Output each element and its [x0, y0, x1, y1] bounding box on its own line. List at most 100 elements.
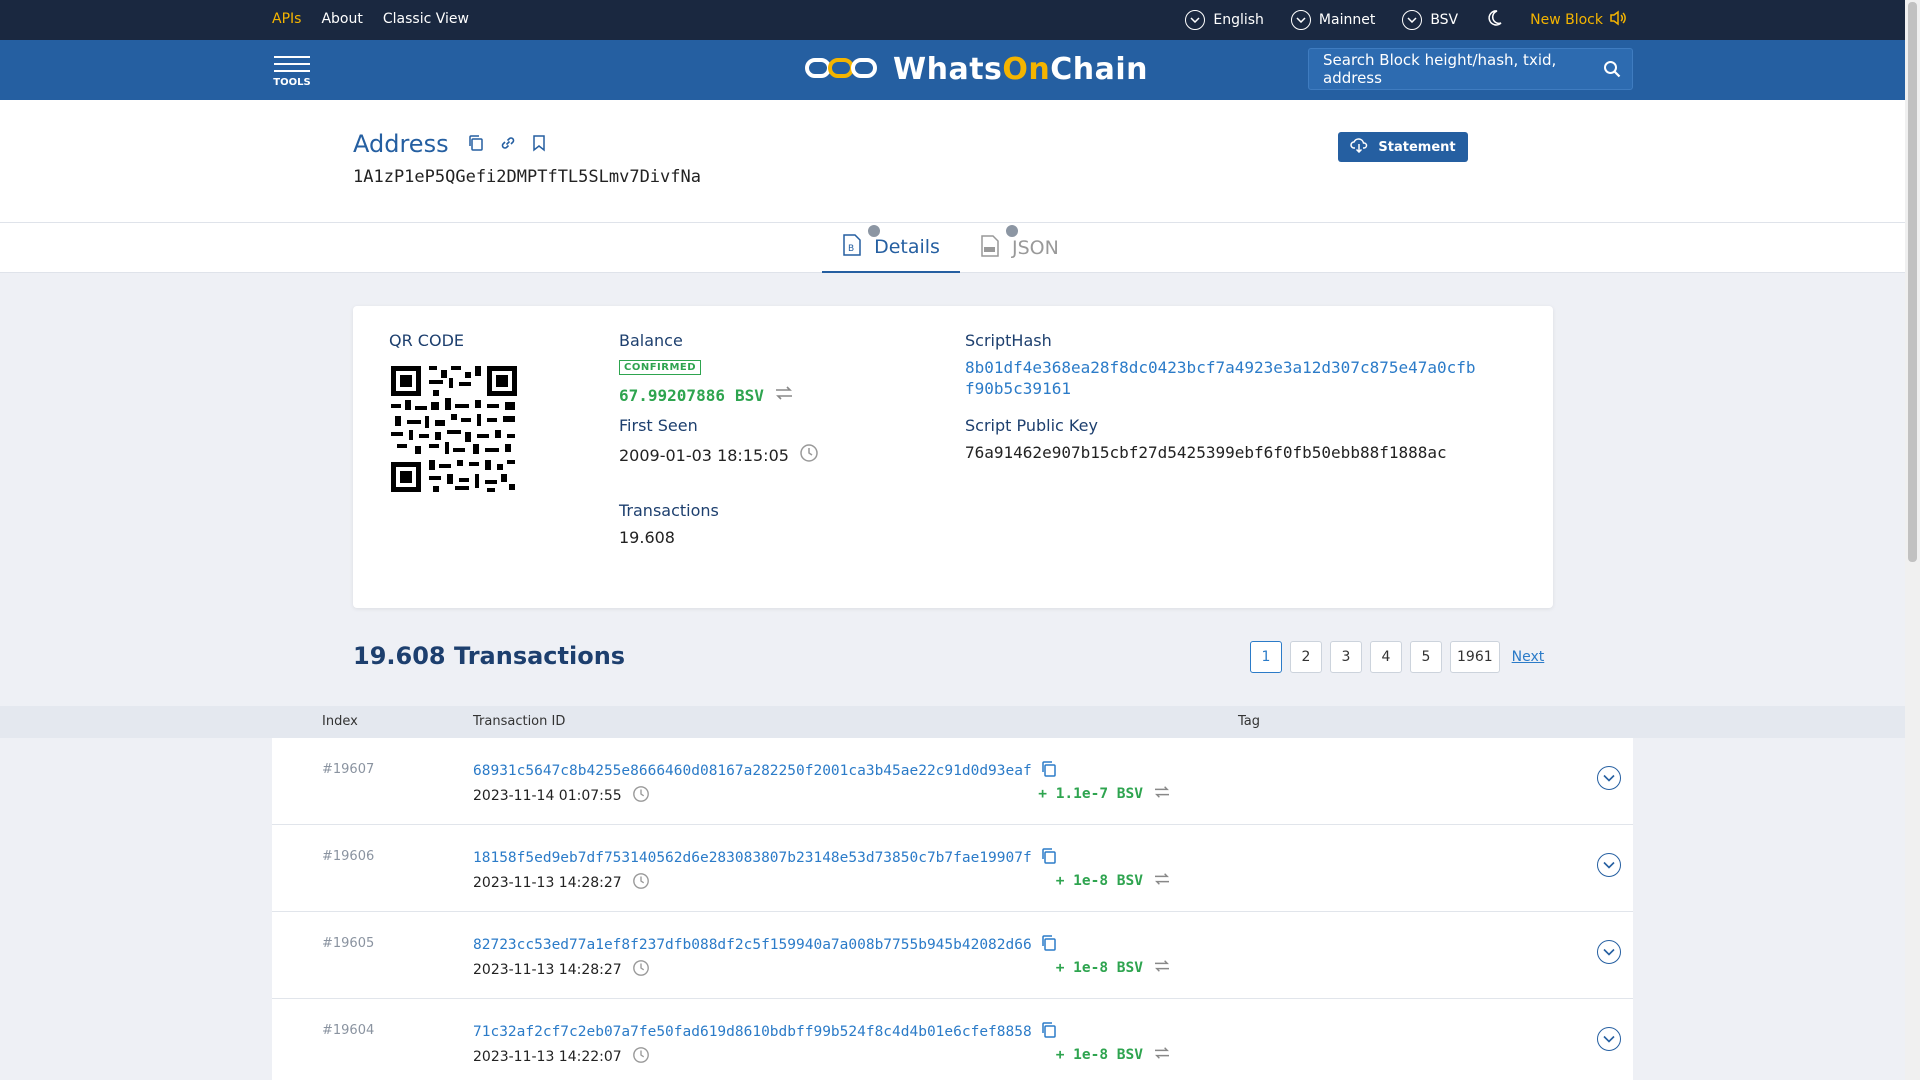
tx-timestamp: 2023-11-13 14:22:07 [473, 1046, 650, 1068]
new-block-label: New Block [1530, 12, 1603, 28]
chain-label: BSV [1430, 12, 1459, 28]
network-label: Mainnet [1318, 12, 1376, 28]
scripthash-value[interactable]: 8b01df4e368ea28f8dc0423bcf7a4923e3a12d30… [965, 357, 1476, 399]
bookmark-icon[interactable] [531, 130, 547, 158]
nav-about-link[interactable]: About [321, 11, 362, 27]
tab-details-label: Details [874, 236, 940, 258]
speaker-icon [1609, 10, 1627, 30]
scrollbar-thumb[interactable] [1908, 2, 1917, 562]
chain-dropdown[interactable]: BSV [1402, 10, 1458, 30]
table-row: #19606 18158f5ed9eb7df753140562d6e283083… [272, 825, 1633, 912]
page-button[interactable]: 1 [1250, 641, 1282, 673]
clock-icon [799, 443, 819, 467]
expand-row-chevron-icon[interactable] [1597, 853, 1621, 877]
dark-mode-moon-icon[interactable] [1485, 9, 1503, 31]
new-block-toggle[interactable]: New Block [1530, 10, 1627, 30]
expand-row-chevron-icon[interactable] [1597, 940, 1621, 964]
search-input[interactable]: Search Block height/hash, txid, address [1308, 48, 1633, 90]
scripthash-line-1: 8b01df4e368ea28f8dc0423bcf7a4923e3a12d30… [965, 358, 1476, 377]
tab-json[interactable]: JSON [980, 223, 1059, 273]
language-dropdown[interactable]: English [1185, 10, 1264, 30]
scripthash-line-2: f90b5c39161 [965, 379, 1071, 398]
transactions-count: 19.608 [619, 528, 675, 547]
clock-icon [632, 959, 650, 981]
top-nav: APIs About Classic View English Mainnet … [0, 0, 1905, 40]
brand-name: WhatsOnChain [893, 52, 1149, 87]
tx-amount: + 1e-8 BSV [1056, 872, 1171, 890]
site-header: TOOLS WhatsOnChain Search Block height/h… [0, 40, 1905, 100]
clock-icon [632, 1046, 650, 1068]
search-icon[interactable] [1592, 60, 1632, 78]
document-code-icon [980, 234, 1000, 263]
copy-icon[interactable] [1040, 847, 1058, 869]
address-value: 1A1zP1eP5QGefi2DMPTfTL5SLmv7DivfNa [353, 167, 701, 187]
transactions-label: Transactions [619, 501, 719, 520]
column-transaction-id: Transaction ID [473, 714, 566, 729]
link-icon[interactable] [499, 130, 517, 158]
tx-amount: + 1e-8 BSV [1056, 959, 1171, 977]
page-button[interactable]: 1961 [1450, 641, 1500, 673]
tools-label: TOOLS [273, 77, 311, 88]
currency-exchange-icon[interactable] [774, 385, 794, 405]
page-button[interactable]: 3 [1330, 641, 1362, 673]
network-dropdown[interactable]: Mainnet [1290, 10, 1376, 30]
nav-classic-view-link[interactable]: Classic View [383, 11, 469, 27]
chevron-down-icon [1185, 10, 1206, 30]
site-logo[interactable]: WhatsOnChain [805, 52, 1148, 87]
script-public-key-value: 76a91462e907b15cbf27d5425399ebf6f0fb50eb… [965, 443, 1447, 462]
tx-id-link[interactable]: 18158f5ed9eb7df753140562d6e283083807b231… [473, 847, 1058, 869]
currency-exchange-icon[interactable] [1153, 872, 1171, 890]
copy-icon[interactable] [1040, 934, 1058, 956]
page-button[interactable]: 2 [1290, 641, 1322, 673]
currency-exchange-icon[interactable] [1153, 785, 1171, 803]
expand-row-chevron-icon[interactable] [1597, 1027, 1621, 1051]
table-row: #19605 82723cc53ed77a1ef8f237dfb088df2c5… [272, 912, 1633, 999]
tx-timestamp: 2023-11-13 14:28:27 [473, 959, 650, 981]
search-placeholder: Search Block height/hash, txid, address [1323, 51, 1557, 87]
address-header: Address 1A1zP1eP5QGefi2DMPTfTL5SLmv7Divf… [0, 100, 1905, 223]
copy-icon[interactable] [467, 130, 485, 158]
tx-index: #19606 [322, 849, 375, 864]
tx-index: #19607 [322, 762, 375, 777]
star-badge-icon [1004, 223, 1020, 239]
nav-apis-link[interactable]: APIs [272, 11, 301, 27]
tx-amount: + 1.1e-7 BSV [1038, 785, 1171, 803]
currency-exchange-icon[interactable] [1153, 1046, 1171, 1064]
transactions-table-header: Index Transaction ID Tag [0, 706, 1905, 738]
transactions-heading: 19.608 Transactions [353, 642, 626, 670]
next-page-link[interactable]: Next [1512, 649, 1545, 665]
tx-index: #19604 [322, 1023, 375, 1038]
tx-id-link[interactable]: 71c32af2cf7c2eb07a7fe50fad619d8610bdbff9… [473, 1021, 1058, 1043]
first-seen-label: First Seen [619, 416, 698, 435]
page-button[interactable]: 5 [1410, 641, 1442, 673]
tab-bar: B Details JSON [0, 223, 1905, 273]
page-button[interactable]: 4 [1370, 641, 1402, 673]
star-badge-icon [866, 223, 882, 239]
clock-icon [632, 785, 650, 807]
page-title: Address [353, 130, 449, 158]
currency-exchange-icon[interactable] [1153, 959, 1171, 977]
copy-icon[interactable] [1040, 760, 1058, 782]
tx-timestamp: 2023-11-13 14:28:27 [473, 872, 650, 894]
table-row: #19604 71c32af2cf7c2eb07a7fe50fad619d861… [272, 999, 1633, 1080]
first-seen-group: 2009-01-03 18:15:05 [619, 443, 819, 467]
address-details-card: QR CODE Balance CONFIRMED 67.99207886 BS… [353, 306, 1553, 608]
tx-timestamp: 2023-11-14 01:07:55 [473, 785, 650, 807]
page-scrollbar[interactable] [1905, 0, 1920, 1080]
tx-id-link[interactable]: 82723cc53ed77a1ef8f237dfb088df2c5f159940… [473, 934, 1058, 956]
chevron-down-icon [1290, 10, 1311, 30]
column-tag: Tag [1238, 714, 1261, 729]
qr-code-image [389, 364, 519, 494]
chain-links-logo-icon [805, 54, 877, 86]
tab-details[interactable]: B Details [822, 223, 960, 273]
balance-value-group: 67.99207886 BSV [619, 385, 794, 405]
table-row: #19607 68931c5647c8b4255e8666460d08167a2… [272, 738, 1633, 825]
svg-text:B: B [848, 244, 854, 254]
tab-json-label: JSON [1012, 237, 1059, 259]
tx-id-link[interactable]: 68931c5647c8b4255e8666460d08167a282250f2… [473, 760, 1058, 782]
balance-value: 67.99207886 [619, 385, 725, 405]
tools-menu-button[interactable]: TOOLS [272, 56, 312, 88]
copy-icon[interactable] [1040, 1021, 1058, 1043]
statement-button[interactable]: Statement [1338, 132, 1468, 162]
expand-row-chevron-icon[interactable] [1597, 766, 1621, 790]
